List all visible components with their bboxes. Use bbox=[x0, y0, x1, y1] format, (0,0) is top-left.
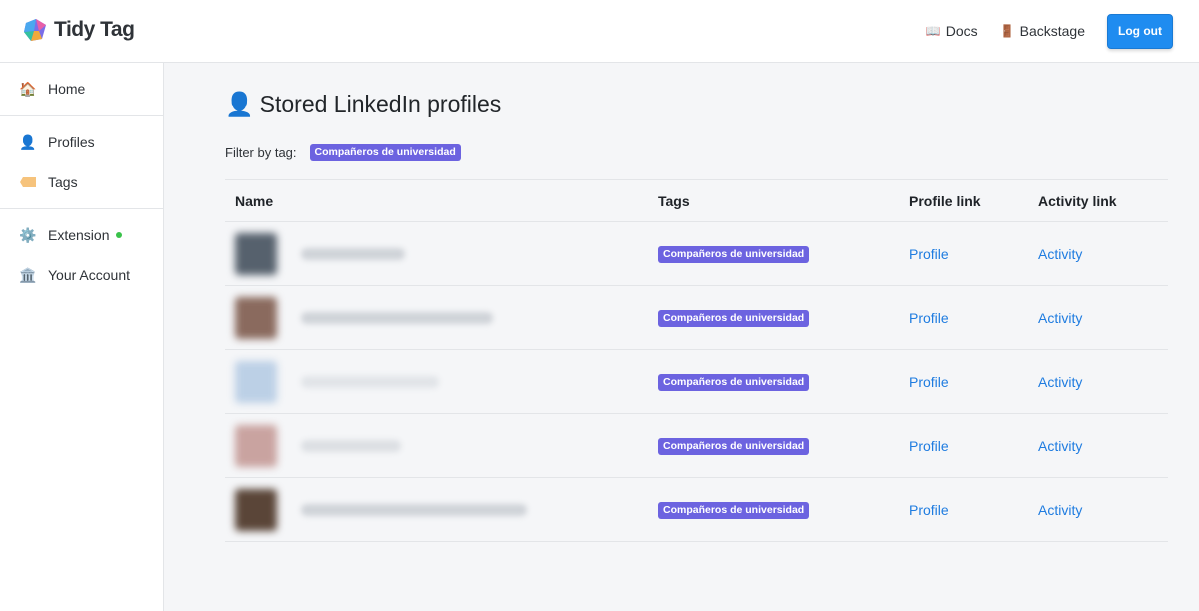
name-cell bbox=[225, 477, 648, 542]
column-header-name: Name bbox=[225, 179, 648, 222]
sidebar-item-label: Extension bbox=[48, 227, 110, 243]
tags-cell: Compañeros de universidad bbox=[648, 285, 899, 350]
tag-filter: Filter by tag: Compañeros de universidad bbox=[225, 144, 461, 161]
tags-cell: Compañeros de universidad bbox=[648, 221, 899, 286]
header-nav: 📖 Docs 🚪 Backstage Log out bbox=[926, 13, 1173, 49]
profile-link[interactable]: Profile bbox=[909, 374, 949, 390]
name-cell bbox=[225, 413, 648, 478]
tag-badge[interactable]: Compañeros de universidad bbox=[658, 310, 810, 327]
tag-badge[interactable]: Compañeros de universidad bbox=[658, 502, 810, 519]
gear-icon: ⚙️ bbox=[19, 226, 37, 243]
profile-name-blurred bbox=[300, 247, 405, 260]
table-row: Compañeros de universidad Profile Activi… bbox=[225, 349, 1168, 414]
profiles-table: Name Tags Profile link Activity link Com… bbox=[225, 179, 1168, 542]
sidebar-group-data: 👤 Profiles Tags bbox=[0, 116, 163, 209]
sidebar-item-profiles[interactable]: 👤 Profiles bbox=[0, 122, 163, 162]
table-row: Compañeros de universidad Profile Activi… bbox=[225, 477, 1168, 542]
sidebar-item-your-account[interactable]: 🏛️ Your Account bbox=[0, 255, 163, 295]
book-icon: 📖 bbox=[925, 24, 941, 38]
activity-link[interactable]: Activity bbox=[1038, 310, 1082, 326]
name-cell bbox=[225, 221, 648, 286]
tag-badge[interactable]: Compañeros de universidad bbox=[658, 438, 810, 455]
table-row: Compañeros de universidad Profile Activi… bbox=[225, 413, 1168, 478]
activity-link[interactable]: Activity bbox=[1038, 246, 1082, 262]
activity-link[interactable]: Activity bbox=[1038, 438, 1082, 454]
activity-link[interactable]: Activity bbox=[1038, 374, 1082, 390]
sidebar-item-label: Home bbox=[48, 81, 86, 97]
sidebar-item-label: Profiles bbox=[48, 134, 95, 150]
name-cell bbox=[225, 285, 648, 350]
sidebar-item-label: Tags bbox=[48, 174, 78, 190]
column-header-tags: Tags bbox=[648, 179, 899, 222]
sidebar-item-tags[interactable]: Tags bbox=[0, 162, 163, 202]
person-icon: 👤 bbox=[19, 133, 37, 150]
page-title-text: Stored LinkedIn profiles bbox=[259, 91, 502, 117]
sidebar-item-label: Your Account bbox=[48, 267, 130, 283]
tags-cell: Compañeros de universidad bbox=[648, 413, 899, 478]
house-icon: 🏠 bbox=[19, 80, 37, 97]
sidebar-group-settings: ⚙️ Extension 🏛️ Your Account bbox=[0, 209, 163, 301]
profile-link[interactable]: Profile bbox=[909, 438, 949, 454]
tag-badge[interactable]: Compañeros de universidad bbox=[658, 246, 810, 263]
profile-link-cell: Profile bbox=[899, 477, 1028, 542]
activity-link-cell: Activity bbox=[1028, 285, 1168, 350]
docs-label: Docs bbox=[945, 23, 978, 39]
sidebar-item-home[interactable]: 🏠 Home bbox=[0, 69, 163, 109]
table-row: Compañeros de universidad Profile Activi… bbox=[225, 285, 1168, 350]
sidebar-item-extension[interactable]: ⚙️ Extension bbox=[0, 215, 163, 255]
column-header-profile-link: Profile link bbox=[899, 179, 1028, 222]
extension-status-dot bbox=[116, 232, 123, 238]
activity-link[interactable]: Activity bbox=[1038, 502, 1082, 518]
top-header: Tidy Tag 📖 Docs 🚪 Backstage Log out bbox=[0, 0, 1199, 63]
table-header-row: Name Tags Profile link Activity link bbox=[225, 179, 1168, 222]
activity-link-cell: Activity bbox=[1028, 349, 1168, 414]
profile-link[interactable]: Profile bbox=[909, 246, 949, 262]
column-header-activity-link: Activity link bbox=[1028, 179, 1168, 222]
sidebar: 🏠 Home 👤 Profiles Tags ⚙️ Extension 🏛️ Y… bbox=[0, 63, 164, 611]
door-icon: 🚪 bbox=[999, 24, 1015, 38]
tag-icon bbox=[20, 174, 36, 190]
avatar bbox=[235, 232, 277, 275]
avatar bbox=[235, 296, 277, 339]
activity-link-cell: Activity bbox=[1028, 477, 1168, 542]
profile-link-cell: Profile bbox=[899, 285, 1028, 350]
profile-link-cell: Profile bbox=[899, 413, 1028, 478]
backstage-label: Backstage bbox=[1019, 23, 1085, 39]
tidytag-logo-icon bbox=[22, 17, 50, 43]
filter-tag-badge[interactable]: Compañeros de universidad bbox=[309, 144, 461, 161]
tags-cell: Compañeros de universidad bbox=[648, 477, 899, 542]
bank-icon: 🏛️ bbox=[19, 266, 37, 283]
avatar bbox=[235, 424, 277, 467]
page-title: 👤 Stored LinkedIn profiles bbox=[225, 91, 501, 118]
profile-link-cell: Profile bbox=[899, 349, 1028, 414]
table-row: Compañeros de universidad Profile Activi… bbox=[225, 221, 1168, 286]
profile-name-blurred bbox=[300, 439, 401, 452]
profile-name-blurred bbox=[300, 375, 439, 388]
avatar bbox=[235, 488, 277, 531]
tags-cell: Compañeros de universidad bbox=[648, 349, 899, 414]
main-content: 👤 Stored LinkedIn profiles Filter by tag… bbox=[164, 63, 1199, 611]
profile-link-cell: Profile bbox=[899, 221, 1028, 286]
brand-logo[interactable]: Tidy Tag bbox=[22, 17, 135, 43]
name-cell bbox=[225, 349, 648, 414]
profile-name-blurred bbox=[300, 311, 493, 324]
logout-button[interactable]: Log out bbox=[1107, 13, 1173, 49]
backstage-link[interactable]: 🚪 Backstage bbox=[1000, 13, 1085, 49]
profile-link[interactable]: Profile bbox=[909, 310, 949, 326]
activity-link-cell: Activity bbox=[1028, 221, 1168, 286]
avatar bbox=[235, 360, 277, 403]
person-icon: 👤 bbox=[225, 91, 254, 117]
profile-link[interactable]: Profile bbox=[909, 502, 949, 518]
docs-link[interactable]: 📖 Docs bbox=[926, 13, 978, 49]
activity-link-cell: Activity bbox=[1028, 413, 1168, 478]
brand-name: Tidy Tag bbox=[54, 18, 135, 41]
profile-name-blurred bbox=[300, 503, 527, 516]
filter-label: Filter by tag: bbox=[225, 145, 297, 160]
sidebar-group-main: 🏠 Home bbox=[0, 63, 163, 116]
tag-badge[interactable]: Compañeros de universidad bbox=[658, 374, 810, 391]
